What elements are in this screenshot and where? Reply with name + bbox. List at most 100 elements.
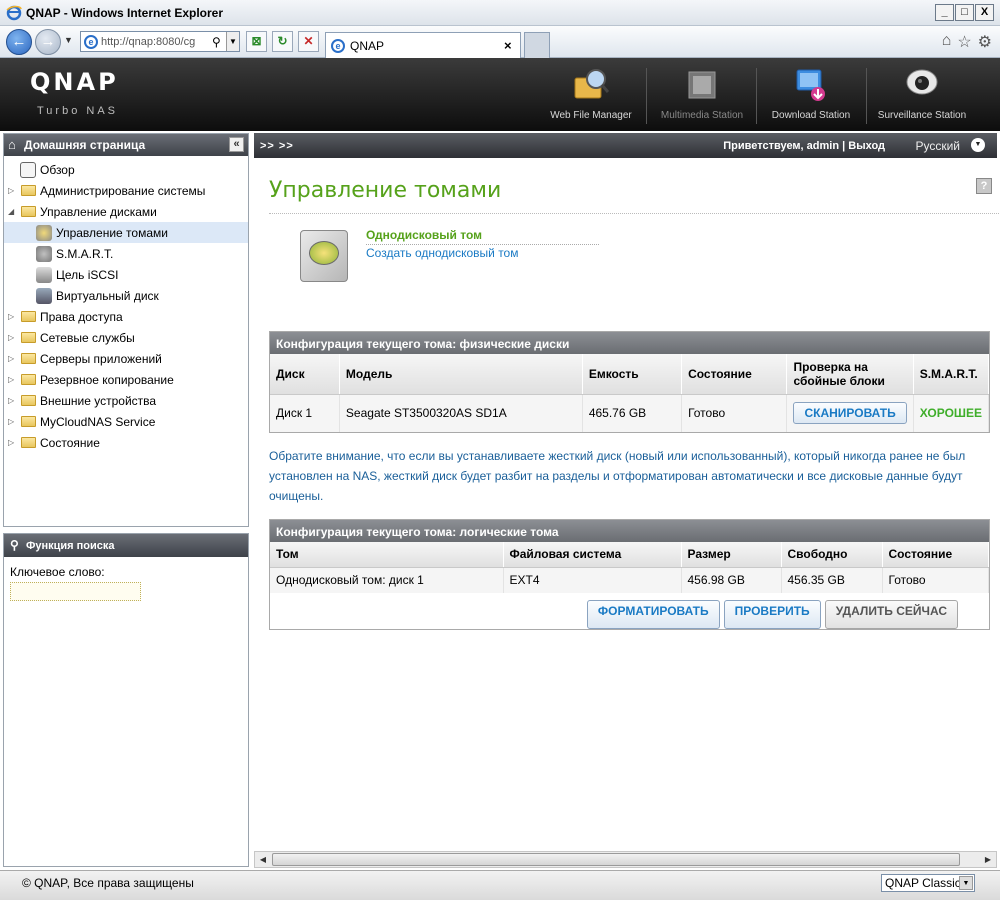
remove-now-button[interactable]: УДАЛИТЬ СЕЙЧАС bbox=[824, 600, 958, 629]
theme-dropdown-icon[interactable]: ▼ bbox=[959, 876, 973, 890]
volume-cell: Однодисковый том: диск 1 bbox=[270, 567, 504, 593]
download-station-label: Download Station bbox=[771, 110, 851, 121]
smart-icon bbox=[36, 245, 52, 262]
sidebar-item-status[interactable]: ▷ Состояние bbox=[4, 432, 248, 453]
disk-cell: Диск 1 bbox=[270, 394, 340, 432]
greeting-logout[interactable]: Приветствуем, admin | Выход bbox=[723, 140, 885, 152]
web-file-manager-button[interactable]: Web File Manager bbox=[536, 66, 646, 126]
history-dropdown-icon[interactable]: ▼ bbox=[64, 35, 73, 45]
home-icon[interactable]: ⌂ bbox=[942, 32, 952, 52]
help-icon[interactable]: ? bbox=[976, 178, 992, 194]
language-select[interactable]: Русский bbox=[915, 139, 960, 153]
scroll-thumb[interactable] bbox=[272, 853, 960, 866]
close-window-button[interactable]: X bbox=[975, 4, 994, 21]
physical-disks-title: Конфигурация текущего тома: физические д… bbox=[270, 332, 989, 354]
sidebar-item-backup[interactable]: ▷ Резервное копирование bbox=[4, 369, 248, 390]
check-button[interactable]: ПРОВЕРИТЬ bbox=[723, 600, 821, 629]
multimedia-station-button[interactable]: Multimedia Station bbox=[647, 66, 757, 126]
sidebar-item-app-servers[interactable]: ▷ Серверы приложений bbox=[4, 348, 248, 369]
volume-icon bbox=[36, 224, 52, 241]
collapse-arrow-icon[interactable]: ◢ bbox=[8, 207, 17, 216]
forward-button[interactable]: → bbox=[35, 29, 61, 55]
sidebar-item-smart[interactable]: S.M.A.R.T. bbox=[4, 243, 248, 264]
scroll-left-icon[interactable]: ◀ bbox=[255, 852, 271, 867]
main-content: Управление томами ? Однодисковый том Соз… bbox=[254, 158, 999, 851]
volume-divider bbox=[366, 244, 599, 245]
logical-volumes-table: Том Файловая система Размер Свободно Сос… bbox=[270, 542, 989, 593]
sidebar-item-label: Внешние устройства bbox=[40, 393, 157, 408]
virtual-disk-icon bbox=[36, 287, 52, 304]
search-panel: ⚲ Функция поиска Ключевое слово: bbox=[3, 533, 249, 867]
sidebar-item-label: Администрирование системы bbox=[40, 183, 206, 198]
compat-view-icon[interactable]: ⊠ bbox=[246, 31, 267, 52]
sidebar-item-label: S.M.A.R.T. bbox=[56, 246, 114, 261]
download-station-button[interactable]: Download Station bbox=[756, 66, 866, 126]
sidebar-item-label: Виртуальный диск bbox=[56, 288, 159, 303]
favorites-icon[interactable]: ☆ bbox=[957, 32, 971, 52]
qnap-logo: QNAP bbox=[30, 68, 119, 96]
url-text[interactable]: http://qnap:8080/cg bbox=[101, 36, 212, 48]
sidebar-item-label: Серверы приложений bbox=[40, 351, 162, 366]
expand-arrow-icon[interactable]: ▷ bbox=[8, 438, 17, 447]
surveillance-station-button[interactable]: Surveillance Station bbox=[867, 66, 977, 126]
new-tab-button[interactable] bbox=[524, 32, 550, 58]
address-dropdown-icon[interactable]: ▼ bbox=[226, 32, 239, 51]
sidebar-item-external-devices[interactable]: ▷ Внешние устройства bbox=[4, 390, 248, 411]
horizontal-scrollbar[interactable]: ◀ ▶ bbox=[254, 851, 997, 868]
tab-close-icon[interactable]: × bbox=[504, 38, 520, 53]
sidebar-item-mycloudnas[interactable]: ▷ MyCloudNAS Service bbox=[4, 411, 248, 432]
sidebar-item-volume-management[interactable]: Управление томами bbox=[4, 222, 248, 243]
col-volume: Том bbox=[270, 542, 504, 568]
sidebar-item-disk-management[interactable]: ◢ Управление дисками bbox=[4, 201, 248, 222]
col-vol-status: Состояние bbox=[882, 542, 989, 568]
overview-icon bbox=[20, 161, 36, 178]
app-header: QNAP Turbo NAS Web File Manager Multimed… bbox=[0, 58, 1000, 131]
col-free: Свободно bbox=[781, 542, 883, 568]
expand-arrow-icon[interactable]: ▷ bbox=[8, 333, 17, 342]
tools-gear-icon[interactable]: ⚙ bbox=[978, 32, 992, 52]
expand-arrow-icon[interactable]: ▷ bbox=[8, 396, 17, 405]
folder-icon bbox=[21, 437, 36, 448]
tab-page-icon: e bbox=[331, 38, 345, 53]
expand-arrow-icon[interactable]: ▷ bbox=[8, 417, 17, 426]
sidebar-item-overview[interactable]: Обзор bbox=[4, 159, 248, 180]
sidebar-item-label: MyCloudNAS Service bbox=[40, 414, 156, 429]
sidebar-item-access-rights[interactable]: ▷ Права доступа bbox=[4, 306, 248, 327]
sidebar-item-iscsi[interactable]: Цель iSCSI bbox=[4, 264, 248, 285]
sidebar-item-label: Обзор bbox=[40, 162, 75, 177]
window-title: QNAP - Windows Internet Explorer bbox=[26, 6, 224, 20]
scan-button[interactable]: СКАНИРОВАТЬ bbox=[793, 402, 907, 425]
collapse-sidebar-icon[interactable]: « bbox=[229, 137, 244, 152]
minimize-button[interactable]: _ bbox=[935, 4, 954, 21]
logical-volumes-panel: Конфигурация текущего тома: логические т… bbox=[269, 519, 990, 630]
stop-icon[interactable]: ✕ bbox=[298, 31, 319, 52]
folder-open-icon bbox=[21, 206, 36, 217]
refresh-icon[interactable]: ↻ bbox=[272, 31, 293, 52]
scroll-right-icon[interactable]: ▶ bbox=[980, 852, 996, 867]
create-volume-link[interactable]: Создать однодисковый том bbox=[366, 246, 518, 260]
expand-arrow-icon[interactable]: ▷ bbox=[8, 186, 17, 195]
search-icon[interactable]: ⚲ bbox=[212, 35, 226, 49]
expand-arrow-icon[interactable]: ▷ bbox=[8, 312, 17, 321]
address-bar[interactable]: e http://qnap:8080/cg ⚲ ▼ bbox=[80, 31, 240, 52]
back-button[interactable]: ← bbox=[6, 29, 32, 55]
maximize-button[interactable]: □ bbox=[955, 4, 974, 21]
expand-arrow-icon[interactable]: ▷ bbox=[8, 375, 17, 384]
sidebar-header: ⌂ Домашняя страница « bbox=[4, 134, 248, 156]
sidebar-item-label: Сетевые службы bbox=[40, 330, 135, 345]
status-cell: Готово bbox=[681, 394, 788, 432]
theme-select[interactable]: QNAP Classic ▼ bbox=[881, 874, 975, 892]
format-button[interactable]: ФОРМАТИРОВАТЬ bbox=[586, 600, 720, 629]
smart-status-badge[interactable]: ХОРОШЕЕ bbox=[920, 406, 982, 420]
table-row: Однодисковый том: диск 1 EXT4 456.98 GB … bbox=[270, 567, 989, 593]
model-cell: Seagate ST3500320AS SD1A bbox=[339, 394, 583, 432]
browser-tab[interactable]: e QNAP × bbox=[325, 32, 521, 58]
keyword-input[interactable] bbox=[10, 582, 141, 601]
expand-arrow-icon[interactable]: ▷ bbox=[8, 354, 17, 363]
search-icon: ⚲ bbox=[10, 538, 19, 552]
window-titlebar: QNAP - Windows Internet Explorer _ □ X bbox=[0, 0, 1000, 26]
sidebar-item-network-services[interactable]: ▷ Сетевые службы bbox=[4, 327, 248, 348]
sidebar-item-virtual-disk[interactable]: Виртуальный диск bbox=[4, 285, 248, 306]
sidebar-item-system-admin[interactable]: ▷ Администрирование системы bbox=[4, 180, 248, 201]
language-dropdown-icon[interactable]: ▼ bbox=[971, 138, 985, 152]
